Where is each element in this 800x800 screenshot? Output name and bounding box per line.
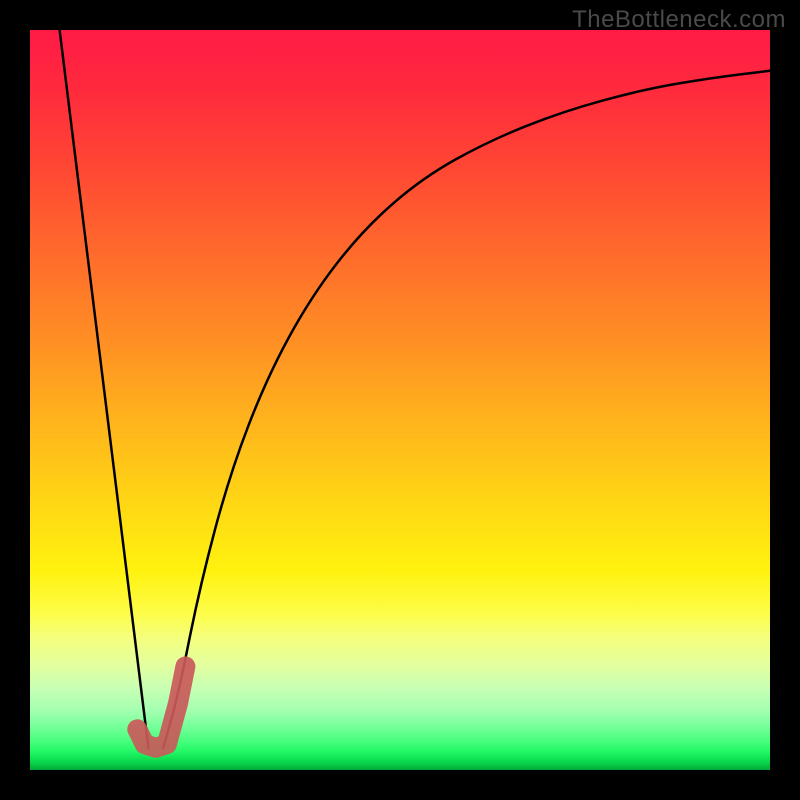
curve-left [60,30,149,748]
curve-right [163,71,770,748]
curve-layer [30,30,770,770]
plot-area [30,30,770,770]
chart-frame: TheBottleneck.com [0,0,800,800]
